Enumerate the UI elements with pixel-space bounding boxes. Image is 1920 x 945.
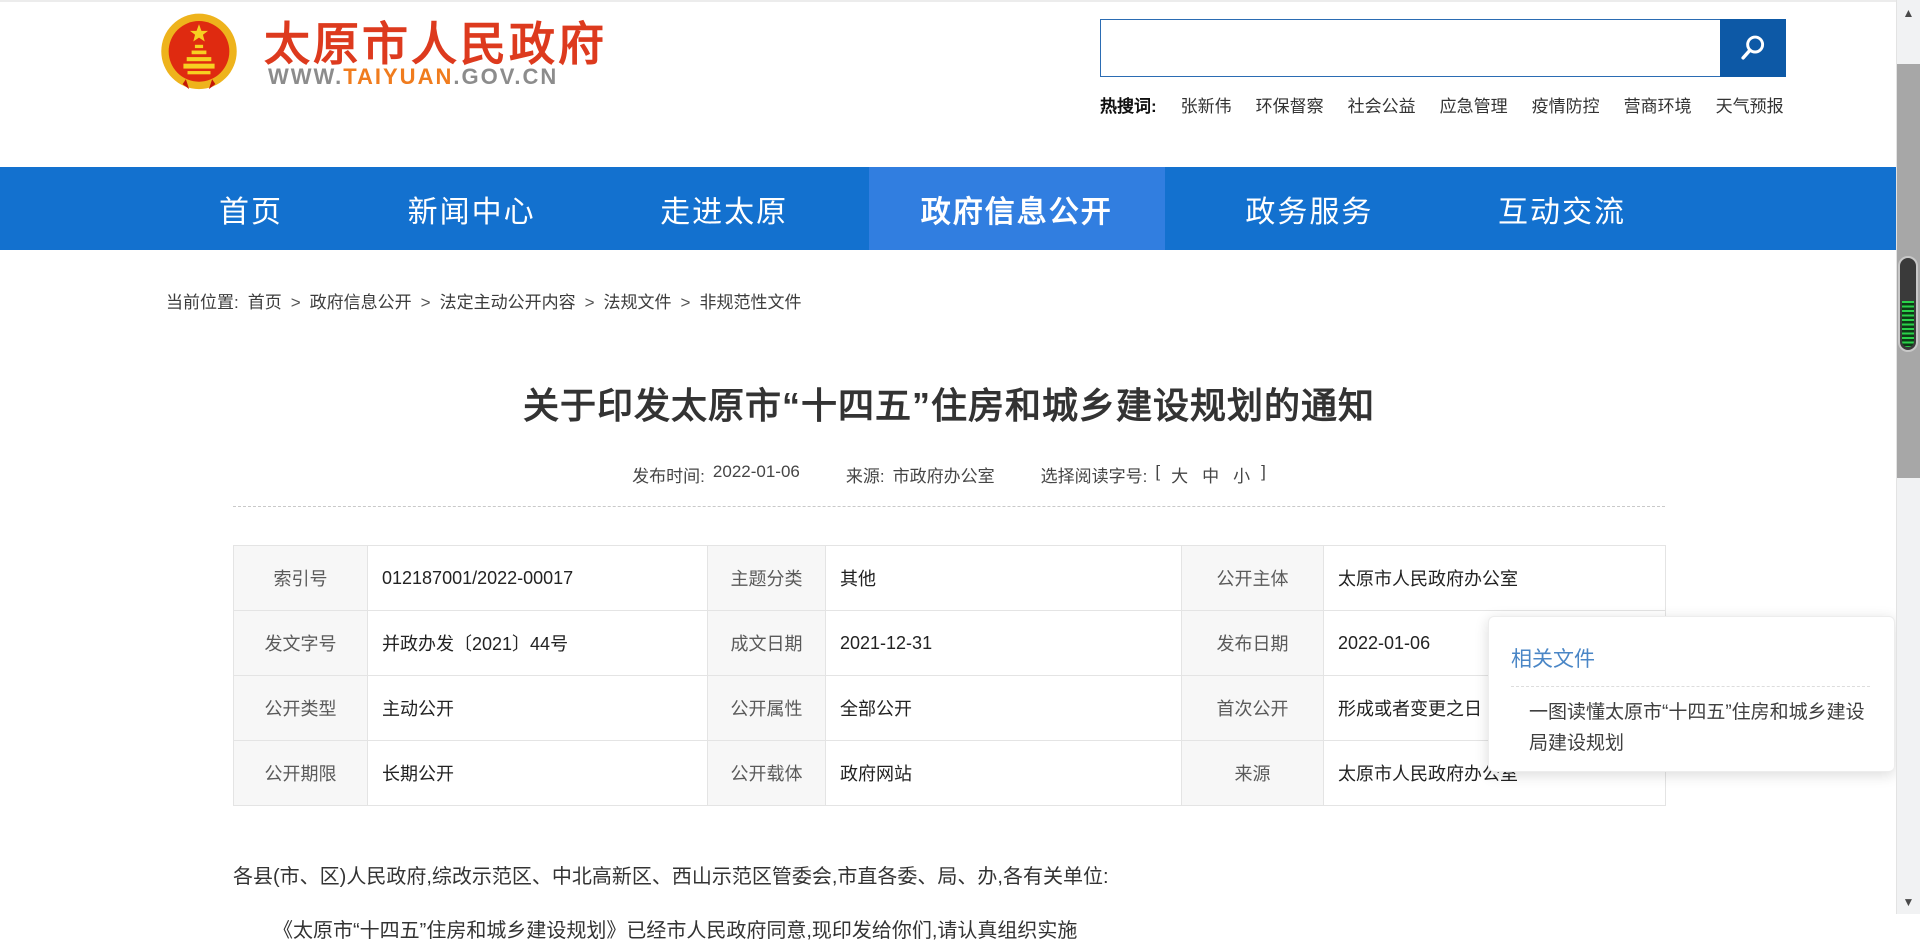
table-row: 发文字号 并政办发〔2021〕44号 成文日期 2021-12-31 发布日期 … (234, 611, 1666, 676)
breadcrumb-separator: > (681, 293, 691, 313)
site-url-suffix: .GOV.CN (453, 64, 558, 89)
site-url-domain: TAIYUAN (343, 64, 453, 89)
index-number-label: 索引号 (234, 546, 368, 611)
hot-word-yingjiguanli[interactable]: 应急管理 (1440, 92, 1508, 117)
breadcrumb-separator: > (421, 293, 431, 313)
breadcrumb-legal-disclosure[interactable]: 法定主动公开内容 (440, 288, 576, 313)
hot-word-yingshanghuanjing[interactable]: 营商环境 (1624, 92, 1692, 117)
disclosure-body-label: 公开主体 (1182, 546, 1324, 611)
topic-category-value: 其他 (826, 546, 1182, 611)
origin-label: 来源 (1182, 741, 1324, 806)
nav-item-about-taiyuan[interactable]: 走进太原 (616, 167, 832, 250)
written-date-value: 2021-12-31 (826, 611, 1182, 676)
source-value: 市政府办公室 (893, 462, 995, 487)
table-row: 公开期限 长期公开 公开载体 政府网站 来源 太原市人民政府办公室 (234, 741, 1666, 806)
search-button[interactable] (1720, 19, 1786, 77)
national-emblem-logo (158, 12, 240, 94)
breadcrumb-non-normative-files[interactable]: 非规范性文件 (699, 288, 801, 313)
hot-search-row: 热搜词: 张新伟 环保督察 社会公益 应急管理 疫情防控 营商环境 天气预报 (1100, 92, 1784, 117)
first-disclosure-label: 首次公开 (1182, 676, 1324, 741)
vertical-scrollbar[interactable]: ▲ ▼ (1896, 0, 1920, 914)
font-size-label: 选择阅读字号: (1041, 462, 1148, 487)
article-meta: 发布时间: 2022-01-06 来源: 市政府办公室 选择阅读字号: [ 大 … (233, 462, 1665, 487)
related-files-title: 相关文件 (1511, 643, 1870, 673)
font-size-small[interactable]: 小 (1233, 462, 1250, 487)
related-files-divider (1511, 686, 1870, 687)
breadcrumb-gov-info[interactable]: 政府信息公开 (310, 288, 412, 313)
source-label: 来源: (846, 462, 885, 487)
disclosure-period-value: 长期公开 (368, 741, 708, 806)
font-size-medium[interactable]: 中 (1202, 462, 1219, 487)
document-info-table: 索引号 012187001/2022-00017 主题分类 其他 公开主体 太原… (233, 545, 1666, 806)
font-size-group: 选择阅读字号: [ 大 中 小 ] (1041, 462, 1266, 487)
article-paragraph-recipients: 各县(市、区)人民政府,综改示范区、中北高新区、西山示范区管委会,市直各委、局、… (233, 863, 1665, 891)
nav-item-news-center[interactable]: 新闻中心 (364, 167, 580, 250)
scrollbar-marker-stripes (1902, 301, 1914, 347)
doc-number-label: 发文字号 (234, 611, 368, 676)
font-size-large[interactable]: 大 (1171, 462, 1188, 487)
breadcrumb-home[interactable]: 首页 (248, 288, 282, 313)
site-url-www: WWW. (268, 64, 343, 89)
nav-item-home[interactable]: 首页 (175, 167, 327, 250)
main-nav-inner: 首页 新闻中心 走进太原 政府信息公开 政务服务 互动交流 (175, 167, 1670, 250)
index-number-value: 012187001/2022-00017 (368, 546, 708, 611)
breadcrumb-label: 当前位置: (166, 288, 239, 313)
disclosure-attribute-value: 全部公开 (826, 676, 1182, 741)
related-files-panel: 相关文件 一图读懂太原市“十四五”住房和城乡建设局建设规划 (1488, 616, 1895, 772)
topic-category-label: 主题分类 (708, 546, 826, 611)
breadcrumb-separator: > (291, 293, 301, 313)
publish-date-label: 发布时间: (632, 462, 705, 487)
search-bar (1100, 19, 1786, 77)
font-size-bracket-close: ] (1261, 462, 1266, 487)
related-file-link[interactable]: 一图读懂太原市“十四五”住房和城乡建设局建设规划 (1511, 697, 1870, 759)
scroll-down-icon[interactable]: ▼ (1897, 894, 1920, 910)
disclosure-period-label: 公开期限 (234, 741, 368, 806)
hot-search-label: 热搜词: (1100, 92, 1157, 117)
doc-number-value: 并政办发〔2021〕44号 (368, 611, 708, 676)
disclosure-type-label: 公开类型 (234, 676, 368, 741)
article-paragraph-body: 《太原市“十四五”住房和城乡建设规划》已经市人民政府同意,现印发给你们,请认真组… (233, 917, 1665, 945)
search-icon (1737, 32, 1769, 64)
release-date-label: 发布日期 (1182, 611, 1324, 676)
article-title: 关于印发太原市“十四五”住房和城乡建设规划的通知 (233, 384, 1665, 428)
disclosure-body-value: 太原市人民政府办公室 (1324, 546, 1666, 611)
source-group: 来源: 市政府办公室 (846, 462, 995, 487)
nav-item-gov-info-disclosure[interactable]: 政府信息公开 (869, 167, 1165, 250)
publish-date-value: 2022-01-06 (713, 462, 800, 487)
breadcrumb-regulation-files[interactable]: 法规文件 (604, 288, 672, 313)
written-date-label: 成文日期 (708, 611, 826, 676)
font-size-bracket-open: [ (1155, 462, 1160, 487)
hot-word-yiqingfangkong[interactable]: 疫情防控 (1532, 92, 1600, 117)
scrollbar-marker-widget (1898, 256, 1918, 352)
publish-date-group: 发布时间: 2022-01-06 (632, 462, 800, 487)
disclosure-attribute-label: 公开属性 (708, 676, 826, 741)
breadcrumb: 当前位置: 首页 > 政府信息公开 > 法定主动公开内容 > 法规文件 > 非规… (166, 288, 801, 313)
hot-word-zhangxinwei[interactable]: 张新伟 (1181, 92, 1232, 117)
hot-word-tianqiyubao[interactable]: 天气预报 (1716, 92, 1784, 117)
disclosure-carrier-label: 公开载体 (708, 741, 826, 806)
nav-item-interaction[interactable]: 互动交流 (1454, 167, 1670, 250)
table-row: 索引号 012187001/2022-00017 主题分类 其他 公开主体 太原… (234, 546, 1666, 611)
site-url: WWW.TAIYUAN.GOV.CN (268, 64, 558, 90)
hot-word-huanbaoducha[interactable]: 环保督察 (1256, 92, 1324, 117)
main-nav: 首页 新闻中心 走进太原 政府信息公开 政务服务 互动交流 (0, 167, 1920, 250)
hot-word-shehuigongyi[interactable]: 社会公益 (1348, 92, 1416, 117)
table-row: 公开类型 主动公开 公开属性 全部公开 首次公开 形成或者变更之日 (234, 676, 1666, 741)
site-header: 太原市人民政府 WWW.TAIYUAN.GOV.CN 热搜词: 张新伟 环保督察… (0, 2, 1920, 167)
search-input[interactable] (1100, 19, 1720, 77)
disclosure-type-value: 主动公开 (368, 676, 708, 741)
disclosure-carrier-value: 政府网站 (826, 741, 1182, 806)
meta-divider (233, 506, 1665, 507)
breadcrumb-separator: > (585, 293, 595, 313)
nav-item-gov-services[interactable]: 政务服务 (1201, 167, 1417, 250)
scroll-up-icon[interactable]: ▲ (1897, 5, 1920, 21)
